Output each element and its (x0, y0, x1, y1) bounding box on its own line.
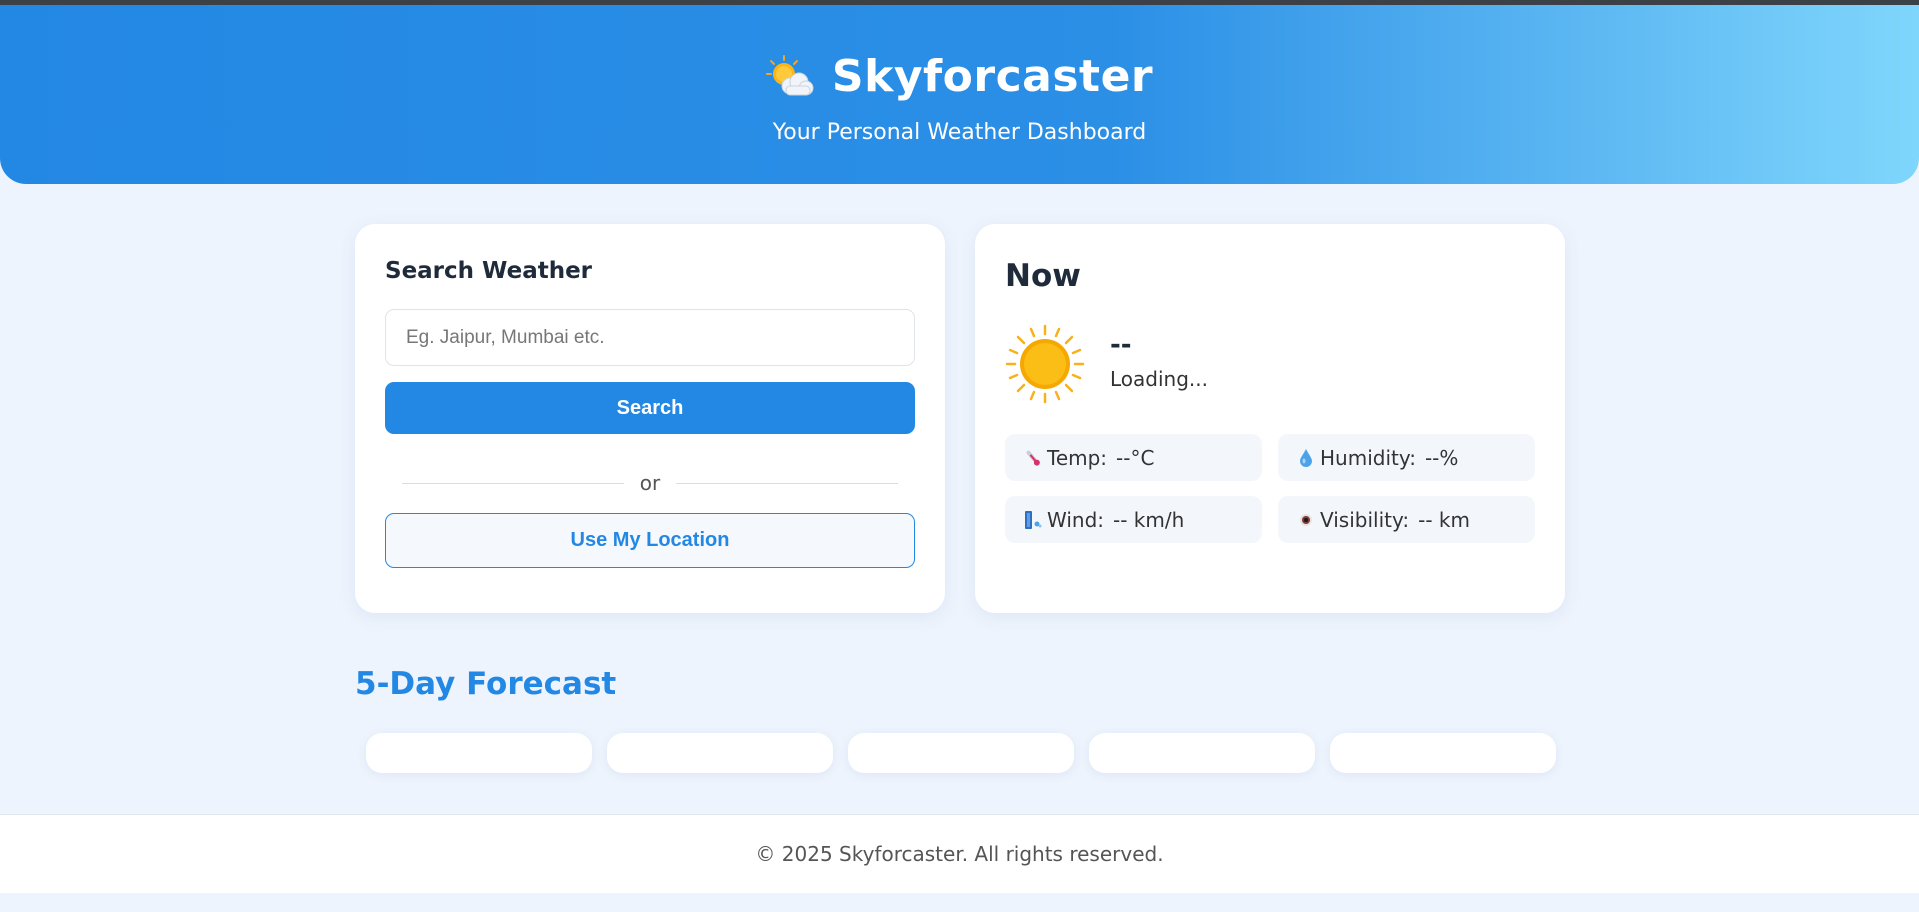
use-my-location-button[interactable]: Use My Location (385, 513, 915, 568)
weather-description: Loading... (1110, 367, 1208, 391)
app-title: Skyforcaster (831, 51, 1154, 102)
stat-label: Visibility: (1320, 507, 1410, 532)
search-button[interactable]: Search (385, 382, 915, 434)
search-card-title: Search Weather (385, 258, 593, 284)
search-card: Search Weather Search or Use My Location (355, 224, 945, 613)
brand: Skyforcaster (0, 51, 1919, 102)
app-header: Skyforcaster Your Personal Weather Dashb… (0, 5, 1919, 184)
droplet-icon (1296, 447, 1316, 469)
current-temperature: -- (1110, 330, 1132, 360)
sun-icon (1005, 324, 1085, 404)
visibility-stat: Visibility: -- km (1278, 496, 1535, 543)
forecast-day-card (1089, 733, 1315, 773)
app-tagline: Your Personal Weather Dashboard (772, 120, 1147, 145)
stat-value: --°C (1116, 445, 1155, 470)
forecast-title: 5-Day Forecast (355, 666, 617, 702)
temp-stat: Temp: --°C (1005, 434, 1262, 481)
stat-value: -- km (1418, 507, 1470, 532)
page-footer: © 2025 Skyforcaster. All rights reserved… (0, 814, 1919, 893)
forecast-day-card (366, 733, 592, 773)
stat-label: Wind: (1047, 507, 1105, 532)
sun-behind-cloud-icon (765, 54, 814, 99)
city-search-input[interactable] (385, 309, 915, 366)
or-divider: or (402, 470, 898, 496)
current-weather-card: Now -- Loading... Temp: --°C Humidity: -… (975, 224, 1565, 613)
now-title: Now (1005, 258, 1081, 294)
forecast-day-card (848, 733, 1074, 773)
humidity-stat: Humidity: --% (1278, 434, 1535, 481)
forecast-day-card (1330, 733, 1556, 773)
wind-icon (1023, 509, 1043, 531)
divider-line-right (676, 482, 898, 484)
divider-line-left (402, 482, 624, 484)
stat-label: Temp: (1047, 445, 1108, 470)
thermometer-icon (1023, 447, 1043, 469)
eye-icon (1296, 509, 1316, 531)
stat-value: --% (1424, 445, 1459, 470)
stat-label: Humidity: (1320, 445, 1416, 470)
divider-text: or (639, 471, 661, 495)
stat-value: -- km/h (1113, 507, 1185, 532)
wind-stat: Wind: -- km/h (1005, 496, 1262, 543)
forecast-day-card (607, 733, 833, 773)
copyright-text: © 2025 Skyforcaster. All rights reserved… (755, 842, 1164, 866)
